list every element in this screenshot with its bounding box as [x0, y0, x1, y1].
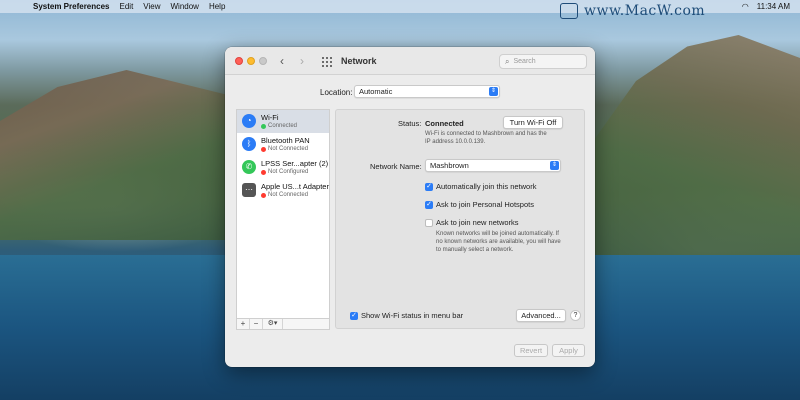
show-wifi-status-checkbox[interactable]: ✓: [350, 312, 358, 320]
status-dot-icon: [261, 123, 266, 129]
menu-app-name[interactable]: System Preferences: [33, 2, 110, 11]
ask-note-line3: to manually select a network.: [436, 247, 514, 253]
service-list-toolbar: + − ⚙︎▾: [236, 319, 330, 330]
menu-window[interactable]: Window: [171, 2, 199, 11]
watermark-text: www.MacW.com: [584, 3, 706, 19]
service-status-text: Not Configured: [268, 169, 309, 175]
personal-hotspots-label: Ask to join Personal Hotspots: [436, 200, 534, 209]
location-popup[interactable]: Automatic ⇕: [354, 85, 500, 98]
add-service-button[interactable]: +: [237, 319, 250, 329]
service-status: Connected: [261, 123, 297, 129]
status-value: Connected: [425, 119, 464, 128]
service-name: Wi-Fi: [261, 113, 279, 122]
show-wifi-status-label: Show Wi-Fi status in menu bar: [361, 311, 464, 320]
show-all-grid-icon[interactable]: [322, 57, 332, 67]
service-status: Not Configured: [261, 169, 308, 175]
apply-button[interactable]: Apply: [552, 344, 585, 357]
location-value: Automatic: [359, 87, 393, 96]
service-item-ethernet[interactable]: ⋯ Apple US...t Adapter Not Connected: [237, 179, 329, 202]
service-name: LPSS Ser...apter (2): [261, 159, 329, 168]
service-name: Bluetooth PAN: [261, 136, 310, 145]
search-icon: ⌕: [505, 56, 510, 66]
search-placeholder: Search: [513, 58, 536, 65]
service-status-text: Not Connected: [268, 146, 309, 152]
service-list: ◔ Wi-Fi Connected ᛒ Bluetooth PAN Not Co…: [236, 109, 330, 319]
wallpaper-hills-right: [595, 35, 800, 265]
status-label: Status:: [398, 119, 422, 128]
menu-extras: ◠ 11:34 AM: [734, 2, 790, 11]
title-bar: ‹ › Network ⌕ Search: [225, 47, 595, 75]
status-dot-icon: [261, 169, 266, 175]
turn-wifi-off-button[interactable]: Turn Wi-Fi Off: [503, 116, 563, 129]
network-name-popup[interactable]: Mashbrown ⇕: [425, 159, 561, 172]
location-label: Location:: [320, 88, 353, 97]
advanced-button[interactable]: Advanced...: [516, 309, 566, 322]
ask-new-networks-label: Ask to join new networks: [436, 218, 519, 227]
wifi-icon: ◔: [242, 114, 256, 128]
minimize-button[interactable]: [247, 57, 255, 65]
watermark: www.MacW.com: [560, 1, 705, 21]
zoom-button[interactable]: [259, 57, 267, 65]
service-status: Not Connected: [261, 192, 308, 198]
service-name: Apple US...t Adapter: [261, 182, 329, 191]
wifi-status-icon[interactable]: ◠: [742, 2, 749, 11]
service-status-text: Connected: [268, 123, 298, 129]
menu-edit[interactable]: Edit: [120, 2, 134, 11]
auto-join-checkbox[interactable]: ✓: [425, 183, 433, 191]
bluetooth-icon: ᛒ: [242, 137, 256, 151]
remove-service-button[interactable]: −: [250, 319, 263, 329]
status-dot-icon: [261, 146, 266, 152]
network-window: ‹ › Network ⌕ Search Location: Automatic…: [225, 47, 595, 367]
gear-menu-button[interactable]: ⚙︎▾: [263, 319, 283, 329]
menu-view[interactable]: View: [143, 2, 160, 11]
watermark-logo-icon: [560, 3, 578, 19]
ask-note-line1: Known networks will be joined automatica…: [436, 231, 559, 237]
service-item-wifi[interactable]: ◔ Wi-Fi Connected: [237, 110, 329, 133]
auto-join-label: Automatically join this network: [436, 182, 537, 191]
window-title: Network: [341, 56, 377, 66]
back-arrow-icon[interactable]: ‹: [280, 54, 284, 68]
ethernet-icon: ⋯: [242, 183, 256, 197]
menu-clock[interactable]: 11:34 AM: [757, 2, 790, 11]
revert-button[interactable]: Revert: [514, 344, 548, 357]
network-name-value: Mashbrown: [430, 161, 469, 170]
menu-help[interactable]: Help: [209, 2, 225, 11]
phone-icon: ✆: [242, 160, 256, 174]
network-name-label: Network Name:: [370, 162, 422, 171]
service-item-lpss[interactable]: ✆ LPSS Ser...apter (2) Not Configured: [237, 156, 329, 179]
service-status: Not Connected: [261, 146, 308, 152]
status-description-line1: Wi-Fi is connected to Mashbrown and has …: [425, 131, 547, 137]
close-button[interactable]: [235, 57, 243, 65]
chevron-updown-icon: ⇕: [550, 161, 559, 170]
forward-arrow-icon[interactable]: ›: [300, 54, 304, 68]
status-dot-icon: [261, 192, 266, 198]
service-status-text: Not Connected: [268, 192, 309, 198]
chevron-updown-icon: ⇕: [489, 87, 498, 96]
wifi-detail-panel: Status: Connected Turn Wi-Fi Off Wi-Fi i…: [335, 109, 585, 329]
status-description-line2: IP address 10.0.0.139.: [425, 139, 486, 145]
search-input[interactable]: ⌕ Search: [499, 54, 587, 69]
wallpaper-hills-left: [0, 70, 230, 240]
service-item-bluetooth[interactable]: ᛒ Bluetooth PAN Not Connected: [237, 133, 329, 156]
personal-hotspots-checkbox[interactable]: ✓: [425, 201, 433, 209]
ask-note-line2: no known networks are available, you wil…: [436, 239, 561, 245]
ask-new-networks-checkbox[interactable]: [425, 219, 433, 227]
help-button[interactable]: ?: [570, 310, 581, 321]
